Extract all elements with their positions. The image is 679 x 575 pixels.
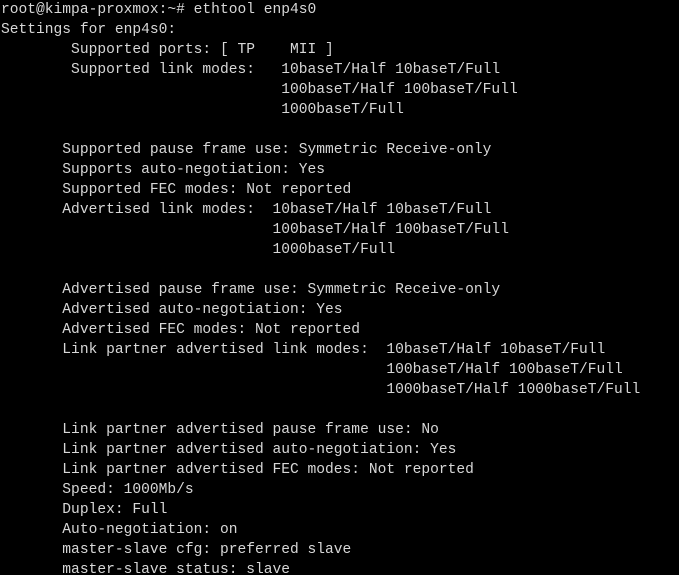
terminal-line-advertised-pause-frame-use: Advertised pause frame use: Symmetric Re… <box>1 282 501 298</box>
terminal-line-advertised-link-modes-1: Advertised link modes: 10baseT/Half 10ba… <box>1 202 492 218</box>
terminal-line-link-partner-fec-modes: Link partner advertised FEC modes: Not r… <box>1 462 474 478</box>
terminal-line-supported-link-modes-2: 100baseT/Half 100baseT/Full <box>1 82 518 98</box>
terminal-line-link-partner-link-modes-2: 100baseT/Half 100baseT/Full <box>1 362 623 378</box>
terminal-line-auto-negotiation: Auto-negotiation: on <box>1 522 238 538</box>
terminal-line-duplex: Duplex: Full <box>1 502 168 518</box>
terminal-line-blank-1 <box>0 120 679 140</box>
terminal-line-blank-2 <box>0 260 679 280</box>
terminal-line-cmd-line: root@kimpa-proxmox:~# ethtool enp4s0 <box>1 2 317 18</box>
terminal-line-advertised-auto-negotiation: Advertised auto-negotiation: Yes <box>1 302 343 318</box>
terminal-line-advertised-fec-modes: Advertised FEC modes: Not reported <box>1 322 361 338</box>
terminal-line-settings-header: Settings for enp4s0: <box>1 22 177 38</box>
terminal-window[interactable]: root@kimpa-proxmox:~# ethtool enp4s0 Sett… <box>0 0 679 575</box>
terminal-line-speed: Speed: 1000Mb/s <box>1 482 194 498</box>
terminal-line-master-slave-cfg: master-slave cfg: preferred slave <box>1 542 352 558</box>
terminal-line-supports-auto-negotiation: Supports auto-negotiation: Yes <box>1 162 326 178</box>
terminal-line-advertised-link-modes-3: 1000baseT/Full <box>1 242 396 258</box>
terminal-line-supported-pause-frame-use: Supported pause frame use: Symmetric Rec… <box>1 142 492 158</box>
terminal-line-link-partner-pause-frame-use: Link partner advertised pause frame use:… <box>1 422 439 438</box>
terminal-line-link-partner-link-modes-3: 1000baseT/Half 1000baseT/Full <box>1 382 641 398</box>
terminal-line-link-partner-link-modes-1: Link partner advertised link modes: 10ba… <box>1 342 606 358</box>
terminal-line-master-slave-status: master-slave status: slave <box>1 562 291 575</box>
terminal-line-supported-link-modes-1: Supported link modes: 10baseT/Half 10bas… <box>1 62 501 78</box>
terminal-line-blank-3 <box>0 400 679 420</box>
terminal-line-link-partner-auto-negotiation: Link partner advertised auto-negotiation… <box>1 442 457 458</box>
terminal-line-supported-link-modes-3: 1000baseT/Full <box>1 102 404 118</box>
terminal-scrollback[interactable]: root@kimpa-proxmox:~# ethtool enp4s0 Sett… <box>0 0 679 575</box>
terminal-line-supported-ports: Supported ports: [ TP MII ] <box>1 42 334 58</box>
terminal-line-advertised-link-modes-2: 100baseT/Half 100baseT/Full <box>1 222 509 238</box>
terminal-line-supported-fec-modes: Supported FEC modes: Not reported <box>1 182 352 198</box>
